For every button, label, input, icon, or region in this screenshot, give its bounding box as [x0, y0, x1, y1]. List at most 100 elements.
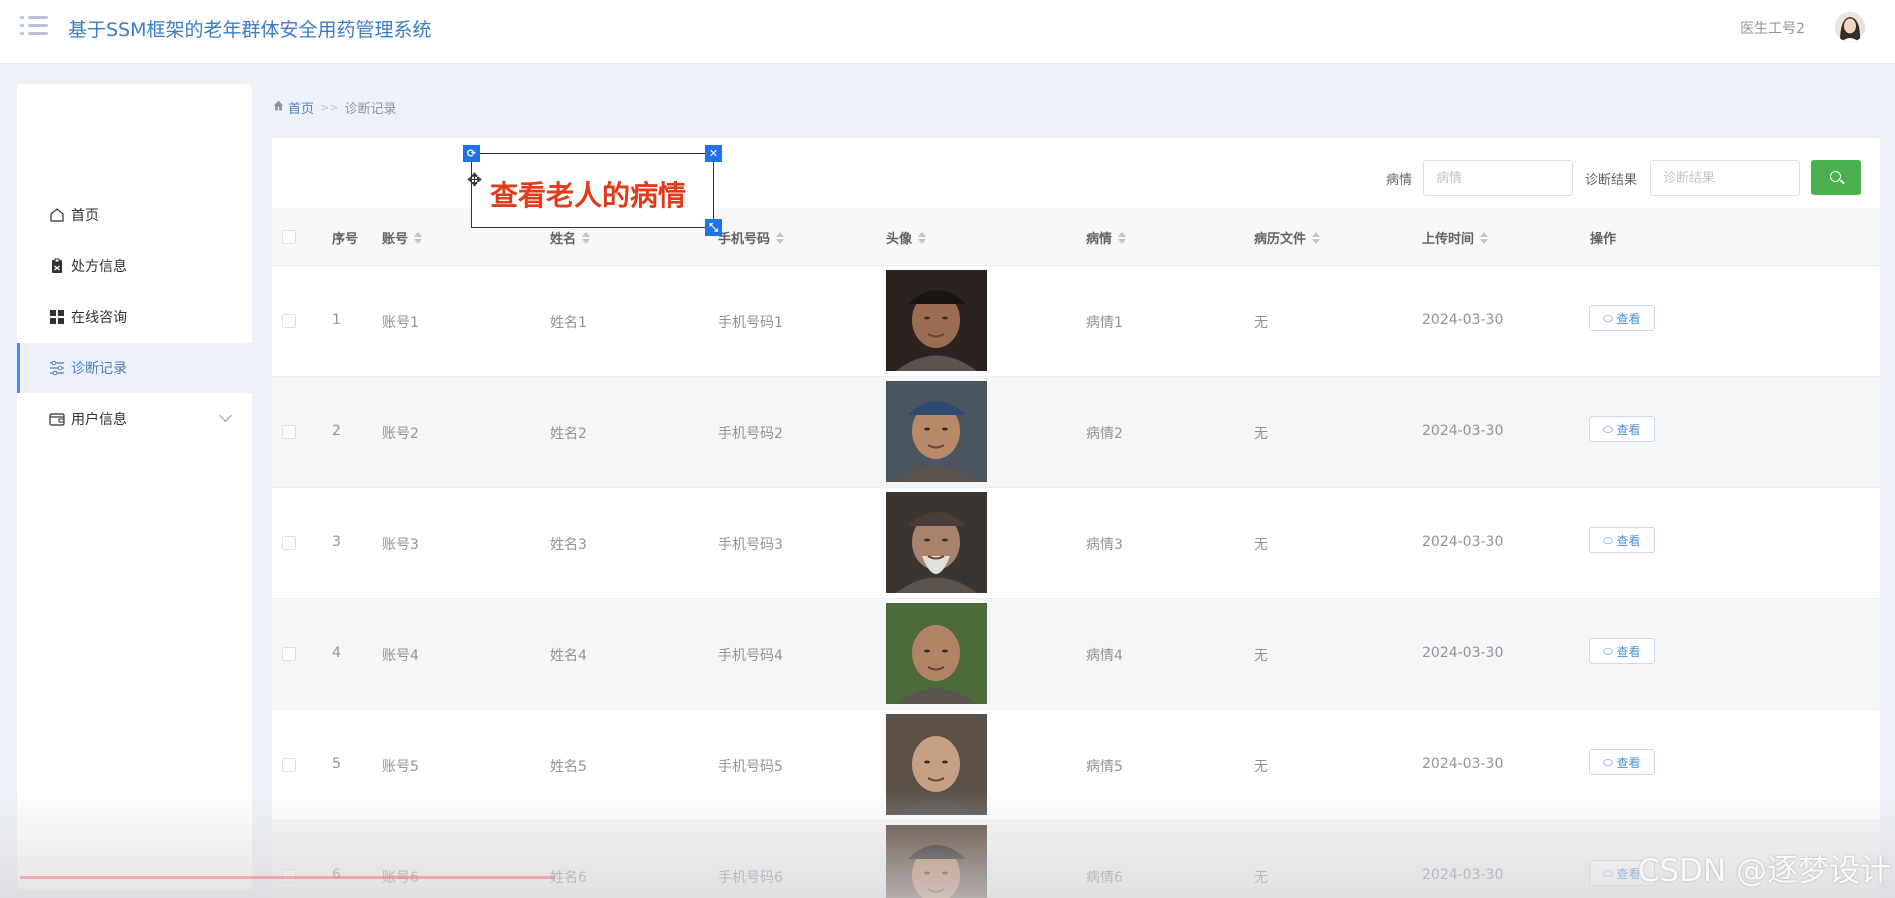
select-all-checkbox[interactable]	[282, 230, 296, 244]
annotation-box[interactable]: 查看老人的病情 ⟳ ✕ ⤡ ✥	[463, 145, 722, 236]
view-button[interactable]: 查看	[1589, 749, 1655, 775]
row-record-file: 无	[1254, 315, 1268, 331]
row-phone: 手机号码5	[718, 759, 783, 775]
column-header-phone[interactable]: 手机号码	[718, 228, 785, 247]
row-checkbox[interactable]	[282, 647, 296, 661]
row-index: 5	[332, 756, 341, 772]
column-header-upload-time[interactable]: 上传时间	[1422, 228, 1489, 247]
sort-icon[interactable]	[776, 231, 785, 244]
avatar[interactable]	[1835, 12, 1865, 42]
condition-search-input[interactable]	[1423, 160, 1573, 196]
eye-icon	[1603, 647, 1614, 655]
sort-icon[interactable]	[1118, 231, 1127, 244]
sort-icon[interactable]	[1480, 231, 1489, 244]
sidebar: 首页 处方信息 在线咨询 诊断记录 用户信息	[17, 84, 252, 890]
row-phone: 手机号码4	[718, 648, 783, 664]
breadcrumb: 首页 >> 诊断记录	[273, 98, 396, 117]
row-checkbox[interactable]	[282, 536, 296, 550]
column-header-condition[interactable]: 病情	[1086, 228, 1127, 247]
row-checkbox[interactable]	[282, 425, 296, 439]
menu-toggle-icon[interactable]	[20, 14, 48, 38]
sort-icon[interactable]	[582, 231, 591, 244]
row-avatar-image[interactable]	[886, 270, 987, 371]
sidebar-item-label: 用户信息	[71, 412, 127, 428]
wallet-icon	[49, 411, 65, 427]
column-header-name[interactable]: 姓名	[550, 228, 591, 247]
sidebar-item-diagnosis[interactable]: 诊断记录	[17, 343, 252, 393]
sort-icon[interactable]	[918, 231, 927, 244]
row-avatar-image[interactable]	[886, 825, 987, 898]
row-condition: 病情5	[1086, 759, 1123, 775]
sort-icon[interactable]	[1312, 231, 1321, 244]
row-index: 6	[332, 867, 341, 883]
row-checkbox[interactable]	[282, 758, 296, 772]
table-row: 5 账号5 姓名5 手机号码5 病情5 无 2024-03-30 查看	[272, 710, 1880, 821]
diagnosis-result-input[interactable]	[1650, 160, 1800, 196]
row-name: 姓名1	[550, 315, 587, 331]
view-button[interactable]: 查看	[1589, 416, 1655, 442]
row-condition: 病情4	[1086, 648, 1123, 664]
row-index: 2	[332, 423, 341, 439]
column-header-record-file[interactable]: 病历文件	[1254, 228, 1321, 247]
home-icon	[49, 207, 65, 223]
condition-label: 病情	[1386, 173, 1413, 188]
diagnosis-result-label: 诊断结果	[1585, 173, 1638, 188]
row-record-file: 无	[1254, 870, 1268, 886]
annotation-text: 查看老人的病情	[490, 179, 687, 212]
row-name: 姓名6	[550, 870, 587, 886]
row-index: 4	[332, 645, 341, 661]
breadcrumb-current: 诊断记录	[344, 102, 397, 117]
column-header-index: 序号	[332, 232, 359, 247]
sidebar-item-label: 首页	[71, 208, 99, 224]
chevron-down-icon[interactable]	[219, 409, 232, 422]
view-button[interactable]: 查看	[1589, 305, 1655, 331]
row-avatar-image[interactable]	[886, 714, 987, 815]
view-button[interactable]: 查看	[1589, 527, 1655, 553]
sliders-icon	[49, 360, 65, 376]
row-account: 账号4	[382, 648, 419, 664]
breadcrumb-separator: >>	[320, 101, 339, 114]
sidebar-item-label: 处方信息	[71, 259, 127, 275]
app-title: 基于SSM框架的老年群体安全用药管理系统	[68, 19, 432, 41]
close-icon[interactable]: ✕	[705, 145, 722, 162]
row-upload-time: 2024-03-30	[1422, 756, 1504, 772]
row-avatar-image[interactable]	[886, 603, 987, 704]
column-header-account[interactable]: 账号	[382, 228, 423, 247]
row-condition: 病情1	[1086, 315, 1123, 331]
eye-icon	[1603, 425, 1614, 433]
breadcrumb-home[interactable]: 首页	[288, 98, 314, 117]
sidebar-item-prescription[interactable]: 处方信息	[17, 241, 252, 291]
eye-icon	[1603, 536, 1614, 544]
sort-icon[interactable]	[414, 231, 423, 244]
eye-icon	[1603, 758, 1614, 766]
row-record-file: 无	[1254, 648, 1268, 664]
sidebar-item-consult[interactable]: 在线咨询	[17, 292, 252, 342]
search-button[interactable]	[1811, 160, 1861, 195]
row-name: 姓名3	[550, 537, 587, 553]
table-row: 1 账号1 姓名1 手机号码1 病情1 无 2024-03-30 查看	[272, 266, 1880, 377]
row-avatar-image[interactable]	[886, 492, 987, 593]
row-name: 姓名2	[550, 426, 587, 442]
row-account: 账号5	[382, 759, 419, 775]
rotate-handle-icon[interactable]: ⟳	[463, 145, 480, 162]
clipboard-icon	[49, 258, 65, 274]
row-phone: 手机号码2	[718, 426, 783, 442]
row-checkbox[interactable]	[282, 314, 296, 328]
sidebar-item-home[interactable]: 首页	[17, 190, 252, 240]
resize-handle-icon[interactable]: ⤡	[705, 219, 722, 236]
top-header: 基于SSM框架的老年群体安全用药管理系统 医生工号2	[0, 0, 1895, 64]
view-button[interactable]: 查看	[1589, 638, 1655, 664]
table-row: 2 账号2 姓名2 手机号码2 病情2 无 2024-03-30 查看	[272, 377, 1880, 488]
move-cursor-icon: ✥	[467, 170, 483, 191]
row-condition: 病情3	[1086, 537, 1123, 553]
watermark: CSDN @逐梦设计	[1637, 853, 1891, 889]
table-row: 3 账号3 姓名3 手机号码3 病情3 无 2024-03-30 查看	[272, 488, 1880, 599]
row-upload-time: 2024-03-30	[1422, 312, 1504, 328]
row-upload-time: 2024-03-30	[1422, 423, 1504, 439]
column-header-avatar[interactable]: 头像	[886, 228, 927, 247]
row-avatar-image[interactable]	[886, 381, 987, 482]
row-name: 姓名5	[550, 759, 587, 775]
sidebar-item-users[interactable]: 用户信息	[17, 394, 252, 444]
row-account: 账号1	[382, 315, 419, 331]
user-name[interactable]: 医生工号2	[1740, 18, 1805, 38]
